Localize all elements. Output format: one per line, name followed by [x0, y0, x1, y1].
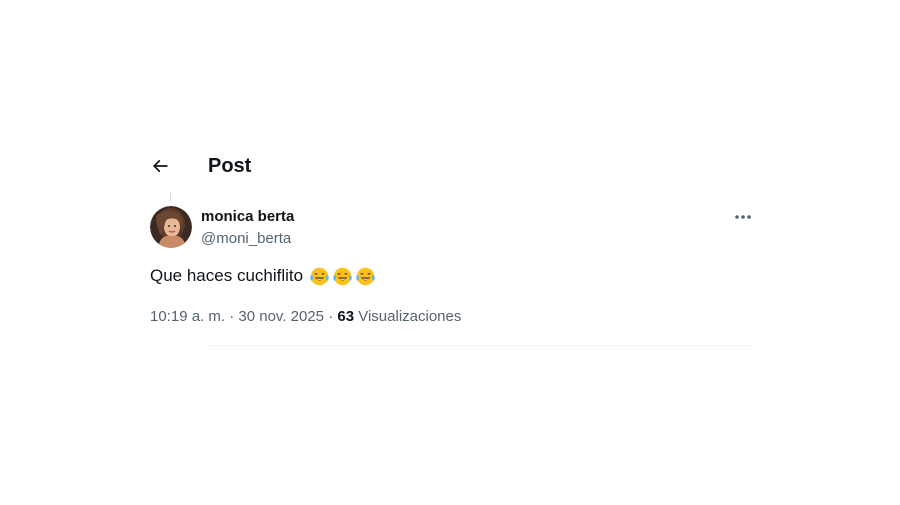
tweet-text: Que haces cuchiflito [150, 263, 376, 289]
page-title: Post [208, 154, 252, 177]
views-count: 63 [337, 308, 355, 325]
divider [208, 345, 754, 346]
views-label: Visualizaciones [358, 308, 462, 325]
avatar[interactable] [150, 206, 192, 248]
tweet-time[interactable]: 10:19 a. m. [150, 308, 225, 325]
tweet-date[interactable]: 30 nov. 2025 [238, 308, 324, 325]
thread-connector-line [170, 193, 171, 201]
post-page: Post monica berta @moni_berta Que haces … [0, 0, 900, 505]
emoji-group [309, 266, 376, 287]
tweet-author: monica berta @moni_berta [201, 207, 294, 248]
more-options-button[interactable] [730, 206, 756, 228]
face-with-tears-of-joy-emoji-icon [356, 267, 375, 285]
meta-separator: · [229, 308, 235, 325]
arrow-left-icon [152, 159, 168, 173]
more-horizontal-icon [735, 215, 751, 219]
tweet-metadata: 10:19 a. m. · 30 nov. 2025 · 63 Visualiz… [150, 307, 461, 327]
back-button[interactable] [146, 152, 174, 180]
tweet-text-content: Que haces cuchiflito [150, 266, 304, 285]
meta-separator: · [328, 308, 334, 325]
avatar-image [150, 206, 192, 248]
face-with-tears-of-joy-emoji-icon [333, 267, 352, 285]
face-with-tears-of-joy-emoji-icon [310, 267, 329, 285]
post-header: Post [146, 146, 251, 186]
display-name[interactable]: monica berta [201, 207, 294, 226]
user-handle[interactable]: @moni_berta [201, 229, 294, 248]
